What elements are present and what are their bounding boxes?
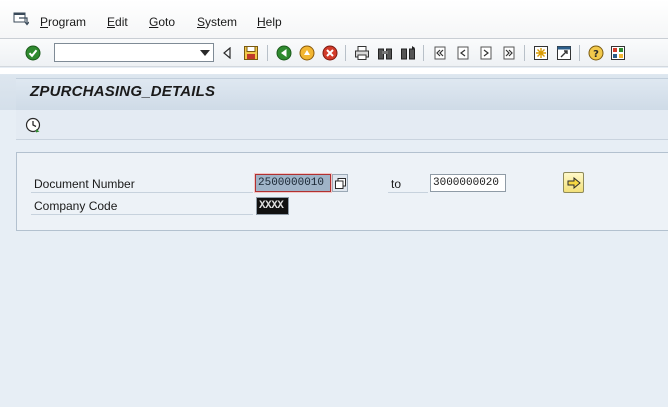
menu-program[interactable]: Program [40,15,86,29]
company-code-label: Company Code [34,199,118,213]
triangle-left-icon [223,47,231,59]
print-icon [355,46,369,60]
create-session-button[interactable] [532,44,550,62]
menu-bar: Program Edit Goto System Help [0,0,668,39]
document-number-label: Document Number [34,177,135,191]
system-menu-icon[interactable] [13,12,29,26]
next-page-button[interactable] [477,44,495,62]
next-page-icon [480,46,492,60]
find-next-icon [401,46,415,60]
enter-button[interactable] [24,44,42,62]
shortcut-icon [557,46,571,60]
find-button[interactable] [376,44,394,62]
previous-page-button[interactable] [454,44,472,62]
dropdown-arrow-icon [199,49,210,56]
menu-help[interactable]: Help [257,15,282,29]
first-page-icon [434,46,446,60]
document-number-from-input[interactable] [255,174,331,192]
menu-edit[interactable]: Edit [107,15,128,29]
execute-button[interactable] [24,116,42,134]
copy-range-icon [334,177,346,189]
command-input[interactable] [54,43,214,62]
company-code-input[interactable] [256,197,289,215]
save-icon [244,46,258,60]
find-next-button[interactable] [399,44,417,62]
last-page-button[interactable] [500,44,518,62]
cancel-red-icon [322,45,338,61]
menu-goto[interactable]: Goto [149,15,175,29]
back-green-icon [276,45,292,61]
exit-button[interactable] [298,44,316,62]
command-collapse-button[interactable] [218,44,236,62]
arrow-right-icon [567,176,581,189]
document-number-to-input[interactable] [430,174,506,192]
shortcut-button[interactable] [555,44,573,62]
back-button[interactable] [275,44,293,62]
last-page-icon [503,46,515,60]
layout-menu-button[interactable] [609,44,627,62]
previous-page-icon [457,46,469,60]
standard-toolbar: ? [0,39,668,67]
execute-clock-icon [25,117,41,133]
save-button[interactable] [242,44,260,62]
command-dropdown-button[interactable] [196,44,213,61]
first-page-button[interactable] [431,44,449,62]
create-session-icon [534,46,548,60]
print-button[interactable] [353,44,371,62]
multiple-selection-button[interactable] [563,172,584,193]
multiple-select-button[interactable] [332,174,348,192]
page-title: ZPURCHASING_DETAILS [30,83,216,100]
exit-yellow-icon [299,45,315,61]
help-icon: ? [588,45,604,61]
cancel-button[interactable] [321,44,339,62]
menu-system[interactable]: System [197,15,237,29]
help-button[interactable]: ? [587,44,605,62]
layout-menu-icon [611,46,625,60]
to-label: to [391,177,402,191]
application-toolbar [16,110,668,140]
find-icon [378,48,392,60]
svg-text:?: ? [593,49,599,60]
enter-check-icon [25,45,41,61]
